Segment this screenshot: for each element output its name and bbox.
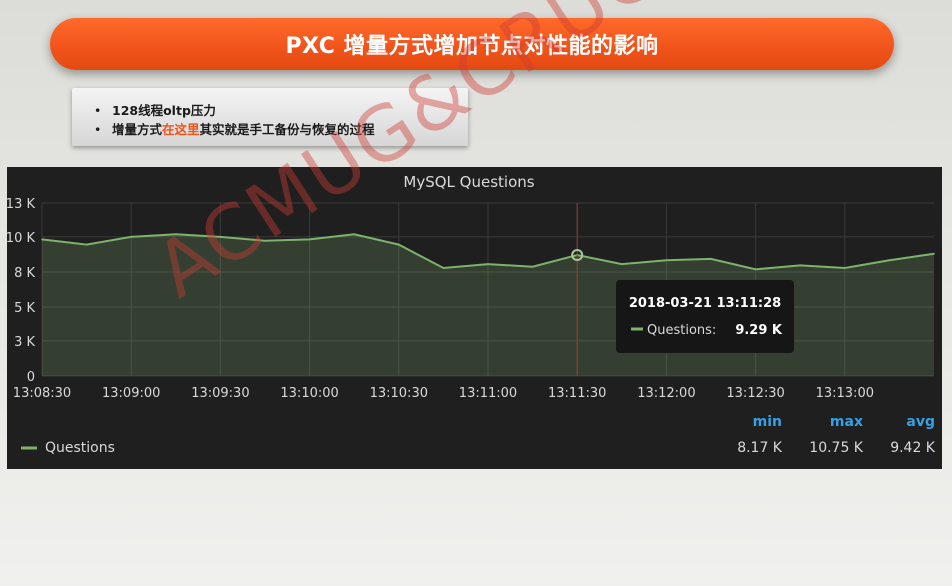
legend-stat-value: 8.17 K: [737, 440, 783, 456]
tooltip-series-label: Questions:: [647, 323, 716, 338]
data-point: [844, 267, 846, 269]
legend-label: Questions: [45, 440, 115, 456]
chart-svg: MySQL Questions 0 3 K 5 K 8 K 10 K 13 K 13:08:…: [6, 173, 936, 456]
data-point: [85, 243, 88, 246]
legend-stat-header: max: [830, 414, 863, 430]
tooltip-box: [616, 280, 794, 353]
data-point: [710, 258, 712, 260]
data-point: [487, 263, 489, 265]
tooltip-time: 2018-03-21 13:11:28: [629, 296, 781, 311]
x-tick-label: 13:12:30: [726, 386, 784, 401]
data-point: [665, 259, 668, 262]
note-text-1: 128线程oltp压力: [112, 103, 216, 118]
data-point: [130, 236, 132, 238]
note-text-2-post: 其实就是手工备份与恢复的过程: [199, 122, 375, 137]
chart-panel: MySQL Questions 0 3 K 5 K 8 K 10 K 13 K 13:08:…: [6, 167, 942, 469]
data-point: [754, 268, 757, 271]
data-point: [398, 243, 400, 246]
data-point: [933, 252, 935, 255]
title-banner: PXC 增量方式增加节点对性能的影响: [50, 18, 894, 70]
data-point: [175, 233, 177, 236]
x-tick-label: 13:09:30: [191, 386, 249, 401]
x-tick-label: 13:10:30: [370, 386, 428, 401]
y-tick-label: 3 K: [14, 335, 35, 350]
y-tick-label: 0: [27, 370, 35, 385]
x-tick-label: 13:08:30: [13, 386, 71, 401]
x-tick-label: 13:11:00: [459, 386, 517, 401]
x-tick-label: 13:12:00: [637, 386, 695, 401]
data-point: [41, 238, 43, 241]
y-tick-label: 13 K: [7, 197, 35, 212]
chart-title: MySQL Questions: [403, 173, 534, 191]
x-tick-label: 13:13:00: [816, 386, 874, 401]
bullet-2: •: [94, 122, 102, 137]
data-point: [308, 238, 311, 241]
y-tick-label: 8 K: [14, 266, 35, 281]
notes-box: • 128线程oltp压力 • 增量方式在这里其实就是手工备份与恢复的过程: [72, 88, 468, 146]
data-point: [799, 264, 801, 267]
x-tick-label: 13:11:30: [548, 386, 606, 401]
y-tick-label: 5 K: [14, 301, 35, 316]
note-line-2: • 增量方式在这里其实就是手工备份与恢复的过程: [94, 119, 375, 138]
data-point: [264, 239, 266, 242]
note-text-2-pre: 增量方式: [112, 122, 163, 137]
note-text-2-highlight: 在这里: [162, 122, 200, 137]
legend-stat-header: avg: [906, 414, 935, 430]
y-tick-label: 10 K: [7, 231, 35, 246]
data-point: [888, 259, 891, 262]
legend-stat-value: 10.75 K: [809, 440, 864, 456]
legend-stat-header: min: [753, 414, 782, 430]
x-tick-label: 13:10:00: [280, 386, 338, 401]
data-point: [621, 263, 623, 265]
legend-stat-value: 9.42 K: [890, 440, 936, 456]
slide-title: PXC 增量方式增加节点对性能的影响: [285, 34, 659, 59]
data-point: [219, 236, 222, 238]
data-point: [353, 233, 356, 236]
data-point: [442, 267, 445, 269]
bullet-1: •: [94, 103, 102, 118]
data-point: [531, 265, 534, 268]
note-line-1: • 128线程oltp压力: [94, 100, 216, 119]
tooltip-value: 9.29 K: [735, 323, 783, 338]
x-tick-label: 13:09:00: [102, 386, 160, 401]
